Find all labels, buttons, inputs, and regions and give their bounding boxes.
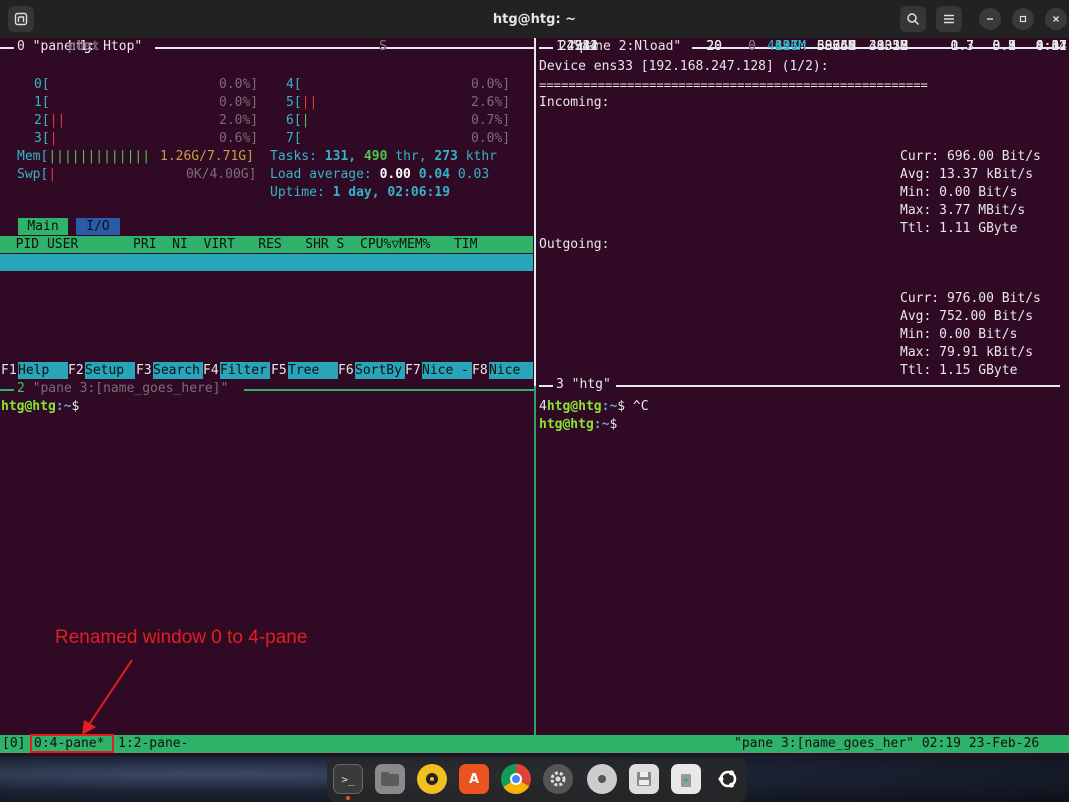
chrome-icon[interactable] [501, 764, 531, 794]
terminal-icon[interactable]: >_ [333, 764, 363, 794]
app-center-icon[interactable]: A [459, 764, 489, 794]
disc-icon[interactable] [587, 764, 617, 794]
trash-icon[interactable] [671, 764, 701, 794]
active-app-indicator [346, 796, 350, 800]
files-icon[interactable] [375, 764, 405, 794]
settings-icon[interactable] [543, 764, 573, 794]
rhythmbox-icon[interactable] [417, 764, 447, 794]
ubuntu-icon[interactable] [713, 764, 743, 794]
annotation-arrow [82, 659, 133, 735]
annotation-highlight-box [30, 734, 114, 753]
floppy-icon[interactable] [629, 764, 659, 794]
